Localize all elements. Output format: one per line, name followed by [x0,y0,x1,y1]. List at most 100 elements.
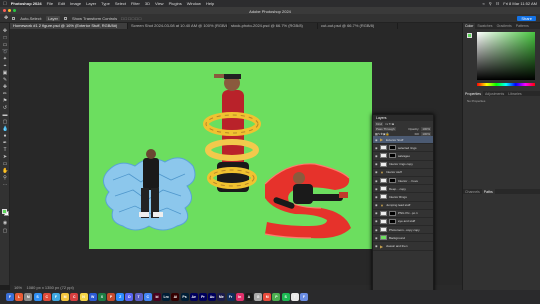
dock-app-icon[interactable]: F [51,293,60,301]
dock-app-icon[interactable]: M [263,293,272,301]
dock-app-icon[interactable]: Ps [180,293,189,301]
dock-app-icon[interactable]: P [272,293,281,301]
menu-3d[interactable]: 3D [145,1,150,6]
brush-tool-icon[interactable]: ✏ [2,92,8,97]
menubar-clock[interactable]: Fri 8 Mar 11:52 AM [503,1,537,6]
folder-icon[interactable]: ▼ [380,170,384,175]
fill-input[interactable]: 100% [421,131,431,136]
menu-view[interactable]: View [155,1,164,6]
visibility-eye-icon[interactable]: ◉ [375,154,378,158]
layer-row[interactable]: ◉ ▼ Interior stuff [373,169,433,177]
dodge-tool-icon[interactable]: ● [2,134,8,139]
layer-row[interactable]: ◉ salvageo [373,152,433,161]
share-button[interactable]: Share [517,15,536,21]
document-canvas[interactable] [89,62,372,249]
menu-image[interactable]: Image [70,1,81,6]
layer-row[interactable]: ◉ PNG Pic...po 1 [373,210,433,218]
lock-icons[interactable]: ▩✎✥▣🔒 [375,132,389,136]
dock-app-icon[interactable]: Id [153,293,161,301]
menu-layer[interactable]: Layer [86,1,96,6]
folder-icon[interactable]: ▶ [380,137,384,142]
dock-app-icon[interactable]: Ai [171,293,180,301]
layer-row[interactable]: ◉ eye and stuff [373,218,433,227]
visibility-eye-icon[interactable]: ◉ [375,211,378,215]
tab-properties[interactable]: Properties [463,91,483,96]
menu-edit[interactable]: Edit [58,1,65,6]
visibility-eye-icon[interactable]: ◉ [375,187,378,191]
blend-mode-dropdown[interactable]: Pass Through [375,126,396,131]
layer-kind-filter[interactable]: Kind [375,121,384,126]
foreground-color-swatch[interactable] [2,209,7,214]
dock-app-icon[interactable]: S [33,293,42,301]
rectangle-tool-icon[interactable]: ▭ [2,162,8,167]
layer-name[interactable]: Background [389,236,433,240]
healing-brush-tool-icon[interactable]: ✚ [2,85,8,90]
path-select-tool-icon[interactable]: ➤ [2,155,8,160]
layer-row[interactable]: ◉ ▶ Exterior Stuff [373,136,433,145]
show-transform-checkbox[interactable] [64,16,68,21]
zoom-tool-icon[interactable]: ⚲ [2,176,8,181]
frame-tool-icon[interactable]: ▣ [2,71,8,76]
layer-row[interactable]: ◉ Interior Rings [373,193,433,202]
visibility-eye-icon[interactable]: ◉ [375,203,378,207]
layer-name[interactable]: Deep... copy [389,187,433,191]
dock-app-icon[interactable]: S [281,293,290,301]
dock-app-icon[interactable]: In [235,293,244,301]
layer-name[interactable]: Interior Rings [389,195,433,199]
visibility-eye-icon[interactable]: ◉ [375,170,378,174]
visibility-eye-icon[interactable]: ◉ [375,244,378,248]
type-tool-icon[interactable]: T [2,148,8,153]
marquee-tool-icon[interactable]: ▭ [2,43,8,48]
visibility-eye-icon[interactable]: ◉ [375,179,378,183]
search-icon[interactable]: ⚲ [489,1,492,6]
layer-name[interactable]: eye and stuff [398,219,433,223]
more-tools-icon[interactable]: ⋯ [2,183,8,188]
dock-app-icon[interactable]: X [97,293,106,301]
visibility-eye-icon[interactable]: ◉ [375,236,378,240]
folder-icon[interactable]: ▶ [380,244,384,249]
gradient-tool-icon[interactable]: ▢ [2,120,8,125]
layer-row[interactable]: ◉ ▼ Jumping lead stuff [373,202,433,210]
screen-mode-icon[interactable]: ▢ [2,229,8,234]
dock-app-icon[interactable]: M [61,293,70,301]
dock-app-icon[interactable]: T [290,293,299,301]
lasso-tool-icon[interactable]: ➰ [2,50,8,55]
apple-icon[interactable]:  [3,1,7,7]
dock-app-icon[interactable]: Me [217,293,226,301]
layer-row[interactable]: ◉ Photoroom...copy copy [373,226,433,235]
dock-app-icon[interactable]: P [107,293,116,301]
layer-name[interactable]: Interior rings copy [389,162,433,166]
object-select-tool-icon[interactable]: ✦ [2,57,8,62]
layer-name[interactable]: classic and then [386,244,433,248]
menu-window[interactable]: Window [187,1,201,6]
eraser-tool-icon[interactable]: ▬ [2,113,8,118]
move-tool-icon[interactable]: ✥ [2,29,8,34]
layer-name[interactable]: salvageo [398,154,433,158]
foreground-color-chip[interactable] [467,33,472,38]
color-picker-field[interactable] [477,32,535,80]
visibility-eye-icon[interactable]: ◉ [375,138,378,142]
menu-filter[interactable]: Filter [131,1,140,6]
dock-app-icon[interactable]: Lrc [162,293,171,301]
layer-row[interactable]: ◉ Interior ... hove [373,177,433,186]
eyedropper-tool-icon[interactable]: ✎ [2,78,8,83]
layer-name[interactable]: Exterior Stuff [386,138,433,142]
dock-app-icon[interactable]: Z [116,293,125,301]
blur-tool-icon[interactable]: 💧 [2,127,8,132]
crop-tool-icon[interactable]: ⌖ [2,64,8,69]
tab-paths[interactable]: Paths [481,189,495,194]
layer-name[interactable]: Photoroom...copy copy [389,228,433,232]
menu-select[interactable]: Select [115,1,126,6]
hue-slider[interactable] [477,83,535,86]
dock-app-icon[interactable]: C [70,293,79,301]
history-brush-tool-icon[interactable]: ↺ [2,106,8,111]
opacity-input[interactable]: 100% [421,126,431,131]
layer-name[interactable]: selected rings [398,146,433,150]
dock-app-icon[interactable]: F [6,293,14,301]
layer-name[interactable]: Interior ... hove [398,179,433,183]
auto-select-dropdown[interactable]: Layer [46,15,61,21]
dock-app-icon[interactable]: D [125,293,134,301]
quick-mask-icon[interactable]: ◉ [2,221,8,226]
artboard-tool-icon[interactable]: □ [2,36,8,41]
menu-type[interactable]: Type [101,1,110,6]
